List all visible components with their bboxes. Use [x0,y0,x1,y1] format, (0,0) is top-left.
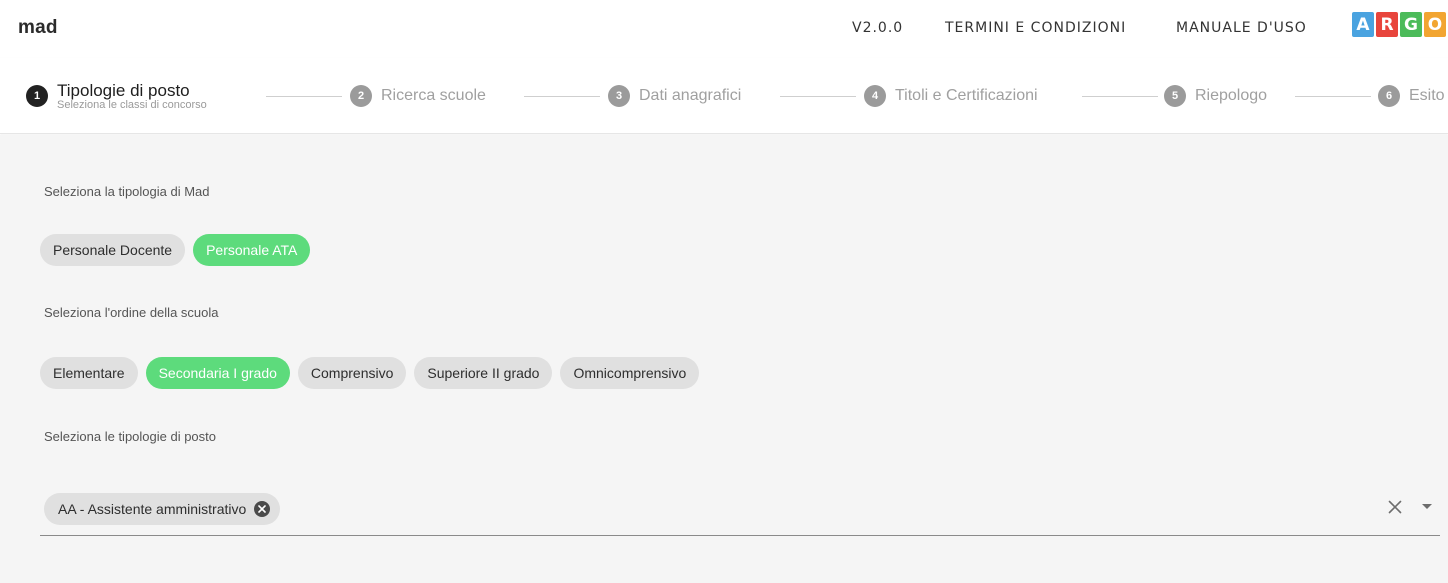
logo-letter-r: R [1376,12,1398,37]
step-esito[interactable]: 6 Esito [1378,58,1445,133]
step-number-5: 5 [1164,85,1186,107]
step-number-3: 3 [608,85,630,107]
step-label: Esito [1409,87,1445,104]
step-label: Tipologie di posto [57,80,190,100]
manual-link[interactable]: MANUALE D'USO [1176,20,1307,36]
chip-personale-ata[interactable]: Personale ATA [193,234,311,266]
logo-letter-a: A [1352,12,1374,37]
top-app-bar: mad V2.0.0 TERMINI E CONDIZIONI MANUALE … [0,0,1448,58]
chip-superiore-ii-grado[interactable]: Superiore II grado [414,357,553,389]
step-tipologie-di-posto[interactable]: 1 Tipologie di posto Seleziona le classi… [26,58,207,133]
step-titoli-e-certificazioni[interactable]: 4 Titoli e Certificazioni [864,58,1038,133]
step-connector [524,96,600,97]
step-connector [1082,96,1158,97]
mad-type-label: Seleziona la tipologia di Mad [44,184,210,199]
terms-link[interactable]: TERMINI E CONDIZIONI [945,20,1126,36]
step-label: Dati anagrafici [639,87,742,104]
step-number-4: 4 [864,85,886,107]
selected-post-type-label: AA - Assistente amministrativo [58,501,247,517]
post-types-select[interactable]: AA - Assistente amministrativo [40,490,1440,536]
step-dati-anagrafici[interactable]: 3 Dati anagrafici [608,58,742,133]
mad-type-chips: Personale Docente Personale ATA [40,234,311,266]
stepper: 1 Tipologie di posto Seleziona le classi… [0,58,1448,134]
chip-elementare[interactable]: Elementare [40,357,138,389]
post-types-label: Seleziona le tipologie di posto [44,429,217,444]
step-ricerca-scuole[interactable]: 2 Ricerca scuole [350,58,486,133]
selected-post-type-chip: AA - Assistente amministrativo [44,493,281,525]
arrow-drop-down-icon[interactable] [1418,497,1436,517]
chip-personale-docente[interactable]: Personale Docente [40,234,186,266]
version-label: V2.0.0 [852,20,904,36]
main-content: Seleziona la tipologia di Mad Personale … [0,135,1448,583]
step-number-1: 1 [26,85,48,107]
step-connector [1295,96,1371,97]
chip-secondaria-i-grado[interactable]: Secondaria I grado [145,357,290,389]
argo-logo[interactable]: A R G O [1352,12,1446,37]
step-number-6: 6 [1378,85,1400,107]
chip-omnicomprensivo[interactable]: Omnicomprensivo [560,357,700,389]
logo-letter-o: O [1424,12,1446,37]
logo-letter-g: G [1400,12,1422,37]
chip-comprensivo[interactable]: Comprensivo [297,357,407,389]
school-order-label: Seleziona l'ordine della scuola [44,305,219,320]
step-connector [780,96,856,97]
step-sublabel: Seleziona le classi di concorso [57,98,207,111]
step-number-2: 2 [350,85,372,107]
step-label: Titoli e Certificazioni [895,87,1038,104]
step-label: Ricerca scuole [381,87,486,104]
app-title: mad [18,17,58,38]
school-order-chips: Elementare Secondaria I grado Comprensiv… [40,357,700,389]
step-label: Riepologo [1195,87,1268,104]
close-icon[interactable] [1385,497,1405,517]
cancel-icon[interactable] [254,501,271,517]
step-riepologo[interactable]: 5 Riepologo [1164,58,1268,133]
step-connector [266,96,342,97]
